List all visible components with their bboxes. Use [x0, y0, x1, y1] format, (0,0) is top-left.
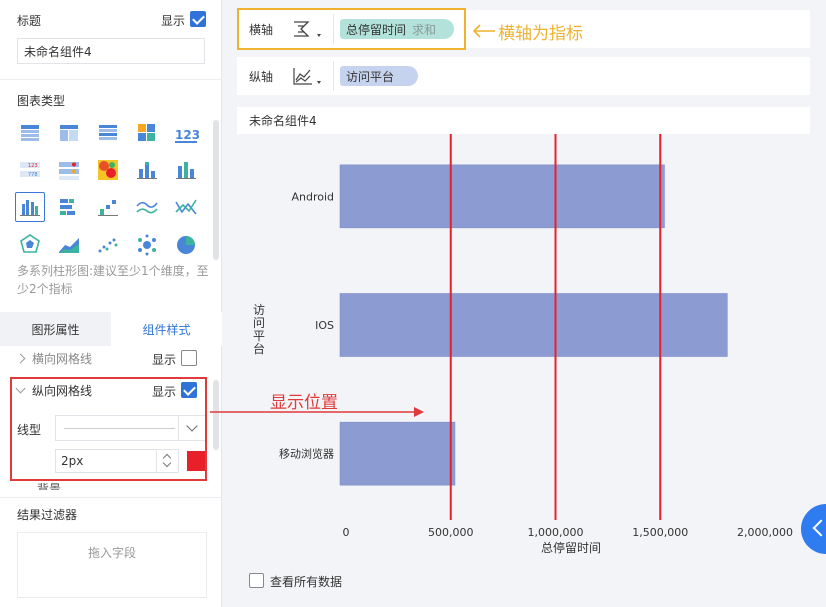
x-axis-annotation: 横轴为指标: [498, 24, 583, 44]
svg-text:123: 123: [175, 128, 199, 142]
pie-icon[interactable]: [173, 232, 199, 258]
table-icon[interactable]: [17, 120, 43, 146]
svg-text:778: 778: [28, 172, 38, 178]
h-gridline-checkbox[interactable]: [181, 350, 197, 366]
bar: [339, 293, 728, 357]
show-all-label: 查看所有数据: [270, 575, 343, 589]
y-axis-title: 访问平台: [253, 303, 265, 356]
title-section-label: 标题: [17, 14, 42, 28]
line-chart-select-icon[interactable]: [291, 65, 327, 89]
cross-table-icon[interactable]: [56, 120, 82, 146]
divider: [0, 79, 222, 80]
background-label-cut: 背景: [37, 483, 62, 490]
property-tabs: 图形属性 组件样式: [0, 312, 222, 346]
chart-type-hint: 多系列柱形图:建议至少1个维度，至少2个指标: [17, 264, 209, 296]
bar: [339, 421, 456, 486]
x-tick-label: 500,000: [428, 526, 474, 539]
kpi-table-icon[interactable]: 123 778: [17, 157, 43, 183]
scatter-bar-icon[interactable]: [95, 194, 121, 220]
heatmap-icon[interactable]: [95, 157, 121, 183]
kpi-number-icon[interactable]: 123: [173, 120, 199, 146]
title-show-checkbox[interactable]: [190, 11, 206, 27]
column-chart-icon[interactable]: [173, 157, 199, 183]
scatter-icon[interactable]: [95, 232, 121, 258]
h-gridline-label: 横向网格线: [32, 352, 93, 366]
chart-title: 未命名组件4: [237, 107, 810, 134]
y-axis-field-pill[interactable]: 访问平台: [340, 66, 418, 86]
x-tick-label: 0: [343, 526, 350, 539]
x-tick-label: 1,000,000: [528, 526, 584, 539]
left-panel: 标题 显示 未命名组件4 图表类型 123 123 778 多系列柱形图:建议至少…: [0, 0, 222, 607]
show-all-checkbox[interactable]: [249, 573, 264, 588]
color-grid-icon[interactable]: [134, 120, 160, 146]
x-tick-label: 1,500,000: [632, 526, 688, 539]
dot-table-icon[interactable]: [56, 157, 82, 183]
area-line-icon[interactable]: [134, 194, 160, 220]
line-chart-icon[interactable]: [173, 194, 199, 220]
category-label: IOS: [315, 319, 334, 332]
tab-graph-props[interactable]: 图形属性: [0, 312, 111, 346]
category-label: Android: [291, 190, 334, 203]
x-tick-label: 2,000,000: [737, 526, 793, 539]
multi-series-bar-icon[interactable]: [15, 192, 45, 222]
area-chart-icon[interactable]: [56, 232, 82, 258]
arrow-right-icon: [210, 407, 424, 417]
highlight-box-yellow: [237, 8, 466, 50]
y-axis-field: 访问平台: [346, 69, 395, 84]
chart-type-label: 图表类型: [17, 94, 66, 108]
y-axis-label: 纵轴: [249, 70, 274, 84]
bar-chart: Android IOS 移动浏览器 0 500,000 1,000,000 1,500,00…: [253, 134, 793, 555]
horizontal-bar-icon[interactable]: [56, 194, 82, 220]
bar: [339, 164, 665, 229]
h-gridline-row[interactable]: 横向网格线: [15, 350, 93, 367]
bubble-icon[interactable]: [134, 232, 160, 258]
stacked-bar-icon[interactable]: [134, 157, 160, 183]
y-axis-bar: 纵轴 访问平台: [237, 57, 810, 95]
group-table-icon[interactable]: [95, 120, 121, 146]
title-show-label: 显示: [161, 14, 186, 28]
arrow-left-icon: [472, 24, 495, 38]
radar-icon[interactable]: [17, 232, 43, 258]
title-input[interactable]: 未命名组件4: [17, 38, 205, 64]
filter-drop-zone[interactable]: 拖入字段: [17, 532, 207, 598]
tab-component-style[interactable]: 组件样式: [111, 312, 222, 346]
h-gridline-show-label: 显示: [152, 353, 177, 367]
svg-text:123: 123: [28, 163, 38, 169]
chart-type-grid: 123 123 778: [15, 120, 207, 260]
filter-label: 结果过滤器: [17, 508, 78, 522]
chart-type-scrollbar[interactable]: [213, 120, 219, 260]
category-label: 移动浏览器: [279, 447, 334, 461]
x-axis-title: 总停留时间: [541, 540, 601, 555]
highlight-box-red: [10, 377, 207, 481]
chevron-right-icon: [15, 353, 26, 364]
